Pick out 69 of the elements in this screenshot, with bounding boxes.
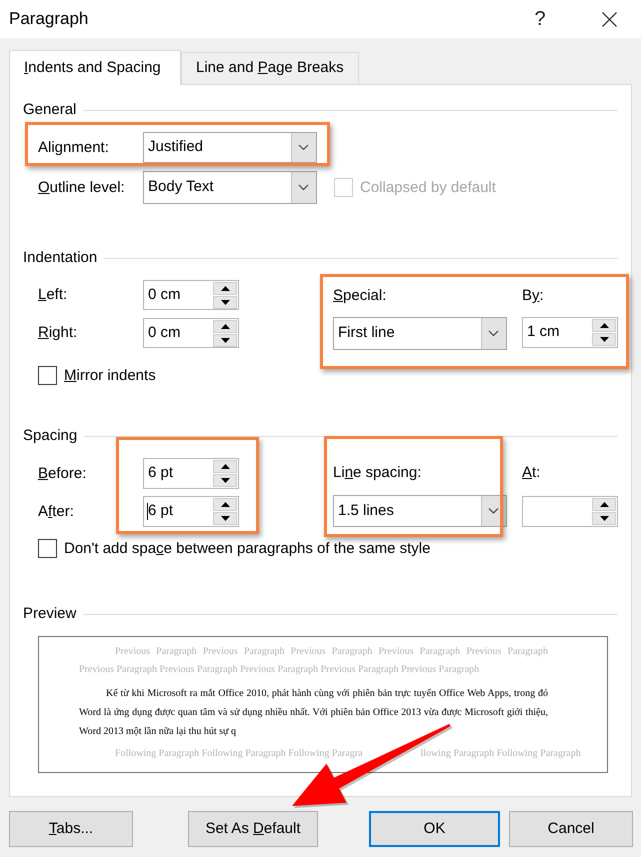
before-label: Before:	[38, 464, 86, 482]
line-spacing-label: Line spacing:	[333, 464, 422, 482]
spin-up-button[interactable]	[592, 319, 616, 332]
outline-level-label: Outline level:	[38, 178, 126, 196]
spin-down-button[interactable]	[213, 334, 237, 346]
spin-down-button[interactable]	[592, 333, 616, 346]
spin-up-button[interactable]	[213, 320, 237, 332]
mirror-indents-checkbox[interactable]	[38, 366, 57, 385]
previous-paragraph-text: Previous Paragraph Previous Paragraph Previous Paragraph Previous Paragraph Previous Paragraph Previous Paragraph Previous Paragraph Previous Paragraph Previous Paragraph Previous Paragraph	[79, 645, 548, 677]
help-button[interactable]: ?	[525, 4, 555, 34]
special-dropdown[interactable]: First line	[333, 317, 507, 350]
set-as-default-button[interactable]: Set As Default	[188, 811, 318, 847]
cancel-button[interactable]: Cancel	[509, 811, 633, 847]
spin-up-button[interactable]	[213, 460, 237, 473]
close-icon	[602, 12, 616, 26]
by-label: By:	[522, 287, 545, 305]
left-indent-label: Left:	[38, 286, 68, 304]
spin-up-button[interactable]	[213, 498, 237, 511]
spin-down-button[interactable]	[213, 474, 237, 487]
down-triangle-icon	[220, 300, 230, 304]
section-heading: Spacing	[23, 427, 78, 445]
section-heading: Indentation	[23, 249, 98, 267]
down-triangle-icon	[220, 338, 230, 342]
right-indent-field[interactable]: 0 cm	[143, 318, 239, 348]
ok-button[interactable]: OK	[369, 811, 500, 847]
up-triangle-icon	[220, 286, 230, 290]
up-triangle-icon	[600, 502, 608, 507]
following-paragraph-text: llowing Paragraph Following Paragraph	[420, 748, 581, 759]
dont-add-space-checkbox[interactable]	[38, 539, 57, 558]
spin-down-button[interactable]	[213, 512, 237, 525]
tab[interactable]: Indents and Spacing	[9, 50, 181, 85]
by-field[interactable]: 1 cm	[522, 317, 618, 348]
tab[interactable]: Line and Page Breaks	[181, 52, 359, 84]
down-triangle-icon	[220, 516, 230, 521]
preview-paragraph-text: Kể từ khi Microsoft ra mắt Office 2010, phát hành cùng với phiên bản trực tuyến Office Web Apps, trong đó Word là ứng dụng được quan tâm và sử dụng nhiều nhất. Với phiên bản Office 2013 vừa được Microsoft giới thiệu, Word 2013 một lần nữa lại thu hút sự q	[79, 687, 548, 739]
section-heading: Preview	[23, 605, 76, 623]
line-spacing-dropdown[interactable]: 1.5 lines	[333, 495, 507, 527]
alignment-label: Alignment:	[38, 138, 110, 156]
up-triangle-icon	[600, 323, 608, 328]
tabs-button[interactable]: Tabs...	[9, 811, 133, 847]
chevron-down-icon	[481, 318, 506, 349]
section-heading: General	[23, 101, 76, 119]
up-triangle-icon	[220, 464, 230, 469]
following-paragraph-text: Following Paragraph Following Paragraph Following Paragra	[115, 748, 362, 759]
left-indent-field[interactable]: 0 cm	[143, 280, 239, 310]
down-triangle-icon	[220, 478, 230, 483]
chevron-down-icon	[291, 133, 316, 162]
at-label: At:	[522, 464, 542, 482]
up-triangle-icon	[220, 502, 230, 507]
after-label: After:	[38, 502, 74, 520]
spin-up-button[interactable]	[213, 282, 237, 294]
chevron-down-icon	[291, 172, 316, 203]
down-triangle-icon	[600, 516, 608, 521]
before-field[interactable]: 6 pt	[143, 458, 239, 489]
special-label: Special:	[333, 287, 388, 305]
right-indent-label: Right:	[38, 324, 78, 342]
alignment-dropdown[interactable]: Justified	[143, 132, 317, 163]
collapsed-label: Collapsed by default	[360, 178, 496, 196]
spin-down-button[interactable]	[213, 296, 237, 308]
at-field[interactable]	[522, 496, 618, 527]
window-title: Paragraph	[9, 9, 88, 29]
down-triangle-icon	[600, 337, 608, 342]
spin-down-button[interactable]	[592, 512, 616, 525]
dont-add-space-label: Don't add space between paragraphs of the same style	[64, 540, 430, 558]
mirror-indents-label: Mirror indents	[64, 366, 156, 384]
outline-level-dropdown[interactable]: Body Text	[143, 171, 317, 204]
spin-up-button[interactable]	[592, 498, 616, 511]
after-field[interactable]: 6 pt	[143, 496, 239, 527]
up-triangle-icon	[220, 324, 230, 328]
